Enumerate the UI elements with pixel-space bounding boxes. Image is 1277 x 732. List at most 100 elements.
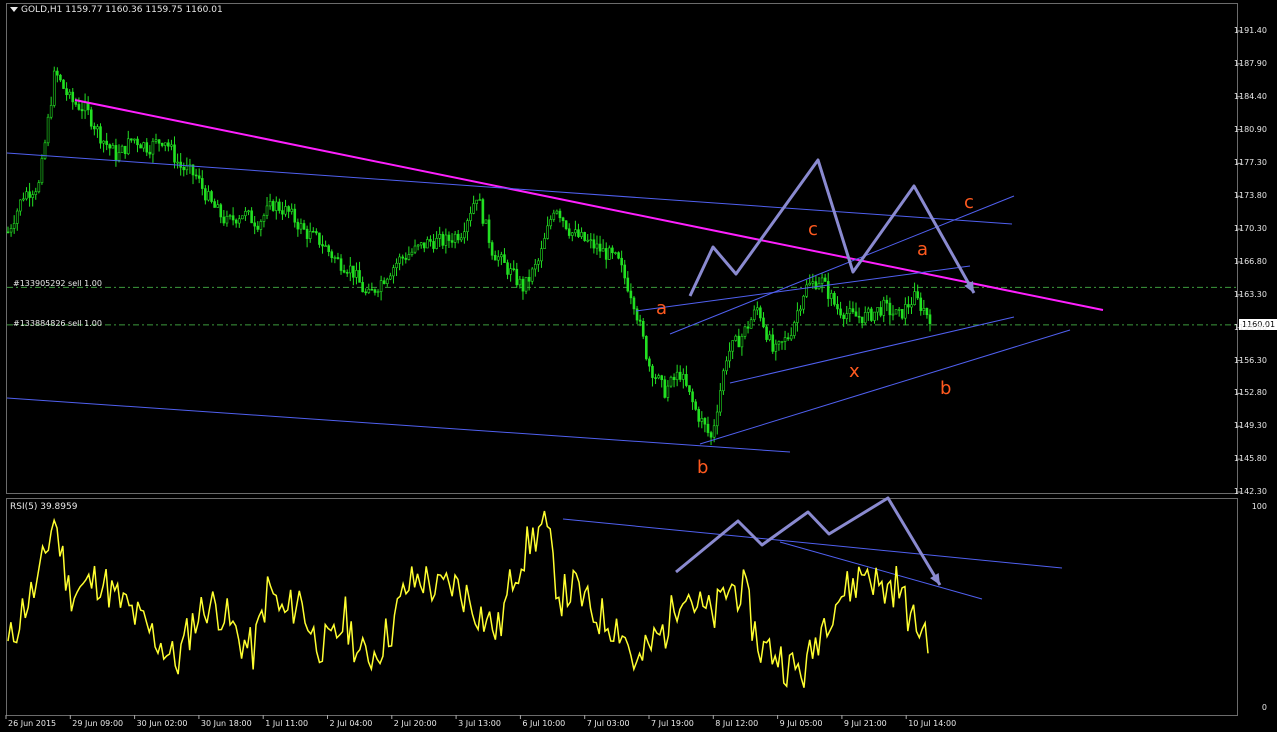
candle-body bbox=[808, 282, 812, 286]
candle-body bbox=[93, 125, 96, 130]
candle-body bbox=[231, 215, 235, 221]
candle-body bbox=[558, 210, 562, 219]
candle-body bbox=[225, 216, 229, 224]
candle-body bbox=[740, 336, 744, 348]
candle-body bbox=[432, 241, 435, 249]
time-tick-label: 26 Jun 2015 bbox=[8, 719, 57, 728]
candle-body bbox=[315, 231, 318, 234]
candle-body bbox=[611, 247, 614, 254]
candle-body bbox=[62, 79, 65, 89]
candle-body bbox=[518, 278, 522, 286]
candle-body bbox=[638, 319, 642, 322]
candle-body bbox=[25, 191, 28, 200]
candle-body bbox=[49, 105, 53, 118]
candle-body bbox=[759, 307, 762, 319]
candle-body bbox=[910, 304, 913, 308]
candle-body bbox=[290, 208, 293, 212]
candle-body bbox=[509, 268, 512, 275]
candle-body bbox=[117, 152, 121, 161]
candle-body bbox=[586, 239, 590, 242]
candle-body bbox=[311, 230, 315, 233]
candle-body bbox=[543, 238, 546, 249]
candle-body bbox=[709, 432, 713, 438]
candle-body bbox=[897, 309, 901, 311]
candle-body bbox=[629, 290, 633, 299]
candle-body bbox=[395, 262, 398, 268]
candle-body bbox=[506, 262, 509, 275]
candle-body bbox=[515, 268, 519, 286]
time-tick-label: 30 Jun 18:00 bbox=[200, 719, 252, 728]
candle-body bbox=[422, 242, 426, 249]
order-label-1[interactable]: #133905292 sell 1.00 bbox=[13, 279, 102, 288]
candle-body bbox=[71, 91, 75, 103]
candle-body bbox=[592, 239, 596, 249]
candle-body bbox=[913, 291, 916, 305]
candle-body bbox=[46, 116, 50, 144]
symbol-header[interactable]: GOLD,H1 1159.77 1160.36 1159.75 1160.01 bbox=[10, 5, 223, 15]
candle-body bbox=[31, 194, 34, 198]
candle-body bbox=[426, 239, 429, 249]
candle-body bbox=[712, 425, 716, 438]
candle-body bbox=[170, 144, 173, 147]
time-tick-label: 10 Jul 14:00 bbox=[908, 719, 957, 728]
rsi-trendline-1 bbox=[562, 518, 1063, 569]
candle-body bbox=[253, 222, 256, 227]
candle-body bbox=[262, 215, 266, 222]
candle-body bbox=[777, 341, 781, 345]
candle-body bbox=[493, 254, 497, 261]
candle-body bbox=[851, 308, 855, 313]
chart-canvas bbox=[5, 30, 1241, 719]
candle-body bbox=[40, 158, 44, 183]
candle-body bbox=[456, 233, 460, 241]
candle-body bbox=[854, 311, 858, 317]
candle-body bbox=[752, 309, 756, 321]
time-tick-label: 9 Jul 05:00 bbox=[779, 719, 823, 728]
candle-body bbox=[102, 140, 105, 144]
candle-body bbox=[339, 258, 343, 271]
candle-body bbox=[96, 126, 99, 130]
candle-body bbox=[546, 225, 549, 239]
candle-body bbox=[197, 175, 201, 179]
candle-body bbox=[672, 376, 676, 381]
price-tick-label: 1159.80 bbox=[1233, 322, 1267, 332]
candle-body bbox=[820, 277, 824, 284]
candle-body bbox=[77, 104, 81, 110]
forecast-arrow-rsi bbox=[675, 496, 942, 586]
candle-body bbox=[265, 205, 269, 216]
candle-body bbox=[891, 313, 895, 316]
candle-body bbox=[614, 252, 617, 254]
candle-body bbox=[376, 291, 380, 293]
candle-body bbox=[833, 293, 836, 305]
channel-line-mid-2 bbox=[669, 195, 1015, 335]
candle-body bbox=[863, 312, 867, 324]
candle-body bbox=[160, 142, 164, 146]
candle-body bbox=[361, 282, 364, 293]
candle-body bbox=[490, 242, 494, 256]
candle-body bbox=[564, 220, 568, 230]
candle-body bbox=[845, 313, 849, 320]
candle-body bbox=[571, 232, 574, 236]
candle-body bbox=[318, 232, 321, 245]
candle-body bbox=[719, 390, 722, 413]
candle-body bbox=[348, 265, 352, 274]
candle-body bbox=[703, 418, 707, 425]
candle-body bbox=[256, 225, 260, 230]
candle-body bbox=[6, 231, 10, 234]
candle-body bbox=[882, 299, 886, 316]
candle-body bbox=[89, 109, 93, 127]
wave-label-a-1: a bbox=[656, 298, 668, 319]
candle-body bbox=[811, 281, 815, 284]
candle-body bbox=[660, 375, 664, 381]
candle-body bbox=[685, 374, 688, 386]
candle-body bbox=[567, 228, 571, 236]
candle-body bbox=[392, 267, 395, 277]
dropdown-triangle-icon[interactable] bbox=[10, 7, 18, 12]
candle-body bbox=[444, 234, 448, 246]
candle-body bbox=[373, 289, 377, 293]
rsi-line bbox=[7, 510, 929, 688]
candle-body bbox=[419, 242, 423, 246]
candle-body bbox=[907, 304, 910, 308]
order-label-2[interactable]: #133884826 sell 1.00 bbox=[13, 319, 102, 328]
time-tick-label: 2 Jul 20:00 bbox=[393, 719, 437, 728]
candle-body bbox=[694, 401, 697, 410]
